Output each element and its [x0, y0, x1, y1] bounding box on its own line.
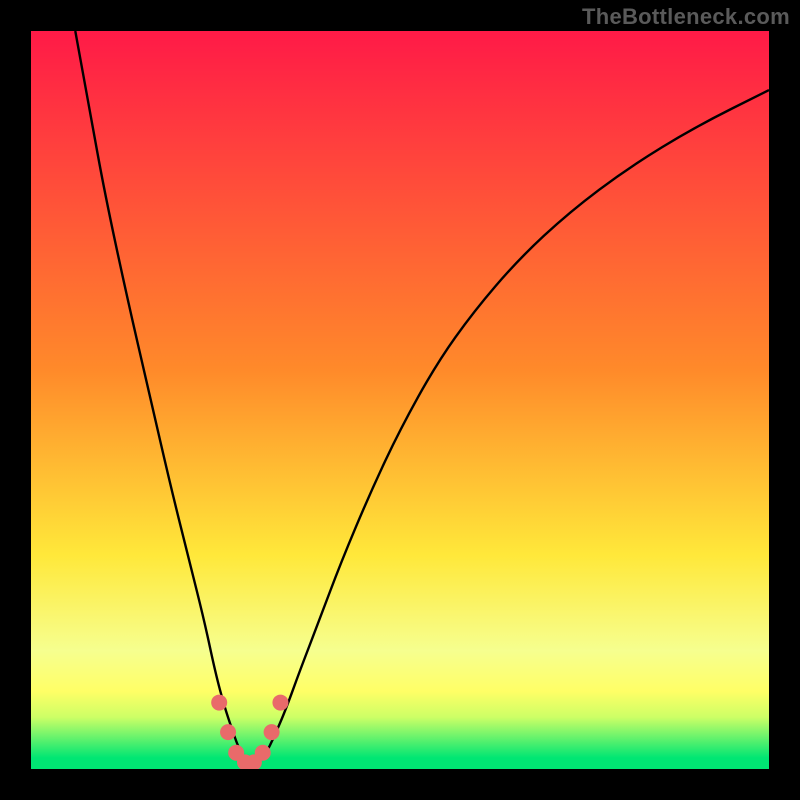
- curve-marker: [264, 724, 280, 740]
- bottleneck-chart: [31, 31, 769, 769]
- watermark-text: TheBottleneck.com: [582, 4, 790, 30]
- gradient-background: [31, 31, 769, 769]
- curve-marker: [220, 724, 236, 740]
- curve-marker: [272, 695, 288, 711]
- curve-marker: [211, 695, 227, 711]
- chart-frame: TheBottleneck.com: [0, 0, 800, 800]
- curve-marker: [255, 745, 271, 761]
- plot-area: [31, 31, 769, 769]
